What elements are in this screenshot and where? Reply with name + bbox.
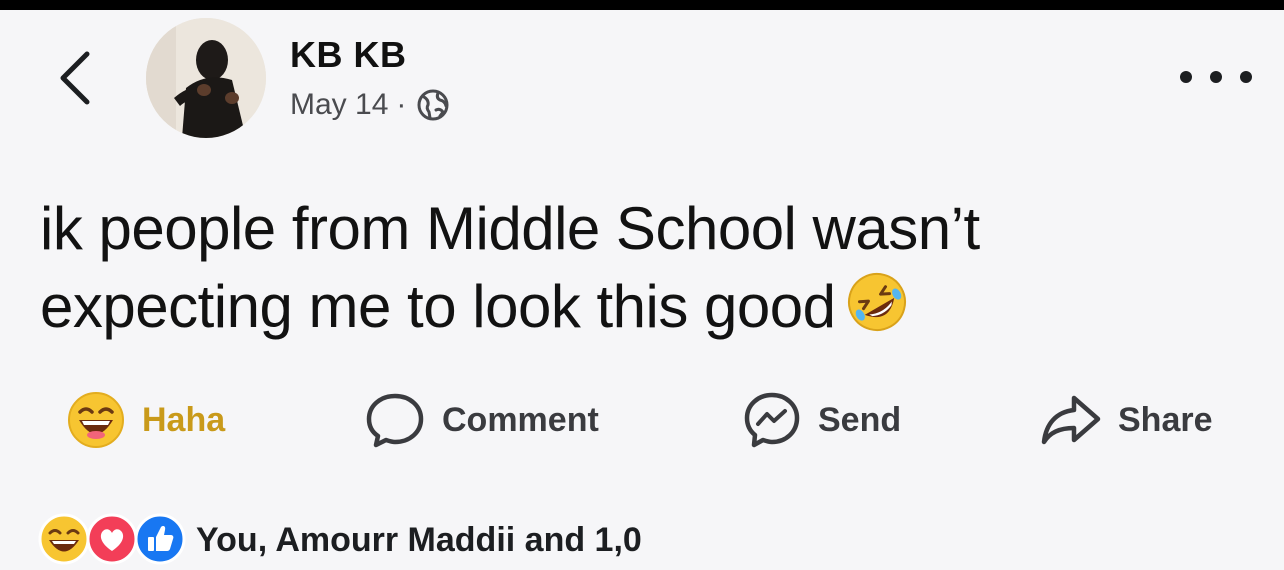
back-button[interactable] [48,48,100,108]
avatar-image [146,18,266,138]
post-text-content: ik people from Middle School wasn’t expe… [40,195,980,340]
share-arrow-icon [1041,395,1101,445]
post-card: KB KB May 14 · ik people from Middle Sch… [0,10,1284,570]
haha-reaction-icon [38,513,90,565]
comment-button[interactable]: Comment [364,388,599,452]
rolling-on-floor-laughing-emoji [847,273,906,331]
like-reaction-icon [134,513,186,565]
share-label: Share [1118,400,1213,439]
post-meta: May 14 · [290,88,450,122]
love-reaction-icon [86,513,138,565]
share-button[interactable]: Share [1040,388,1213,452]
avatar[interactable] [146,18,266,138]
messenger-icon [744,392,800,448]
action-bar: Haha Comment Send Share [0,388,1284,452]
haha-emoji-icon [68,392,124,448]
meta-separator: · [396,88,407,121]
more-options-button[interactable] [1180,62,1252,92]
post-text: ik people from Middle School wasn’t expe… [40,190,1220,346]
reactions-text: You, Amourr Maddii and 1,0 [196,520,642,559]
chevron-left-icon [60,51,90,105]
post-date[interactable]: May 14 [290,88,388,122]
haha-label: Haha [142,400,226,439]
author-name[interactable]: KB KB [290,34,407,76]
globe-icon [417,89,449,121]
reactions-summary[interactable]: You, Amourr Maddii and 1,0 [38,510,642,570]
send-label: Send [818,400,902,439]
comment-label: Comment [442,400,599,439]
more-dots-icon [1180,71,1192,83]
comment-icon [366,393,424,448]
reaction-icons [38,513,188,567]
haha-reaction-button[interactable]: Haha [66,388,225,452]
send-button[interactable]: Send [742,388,901,452]
